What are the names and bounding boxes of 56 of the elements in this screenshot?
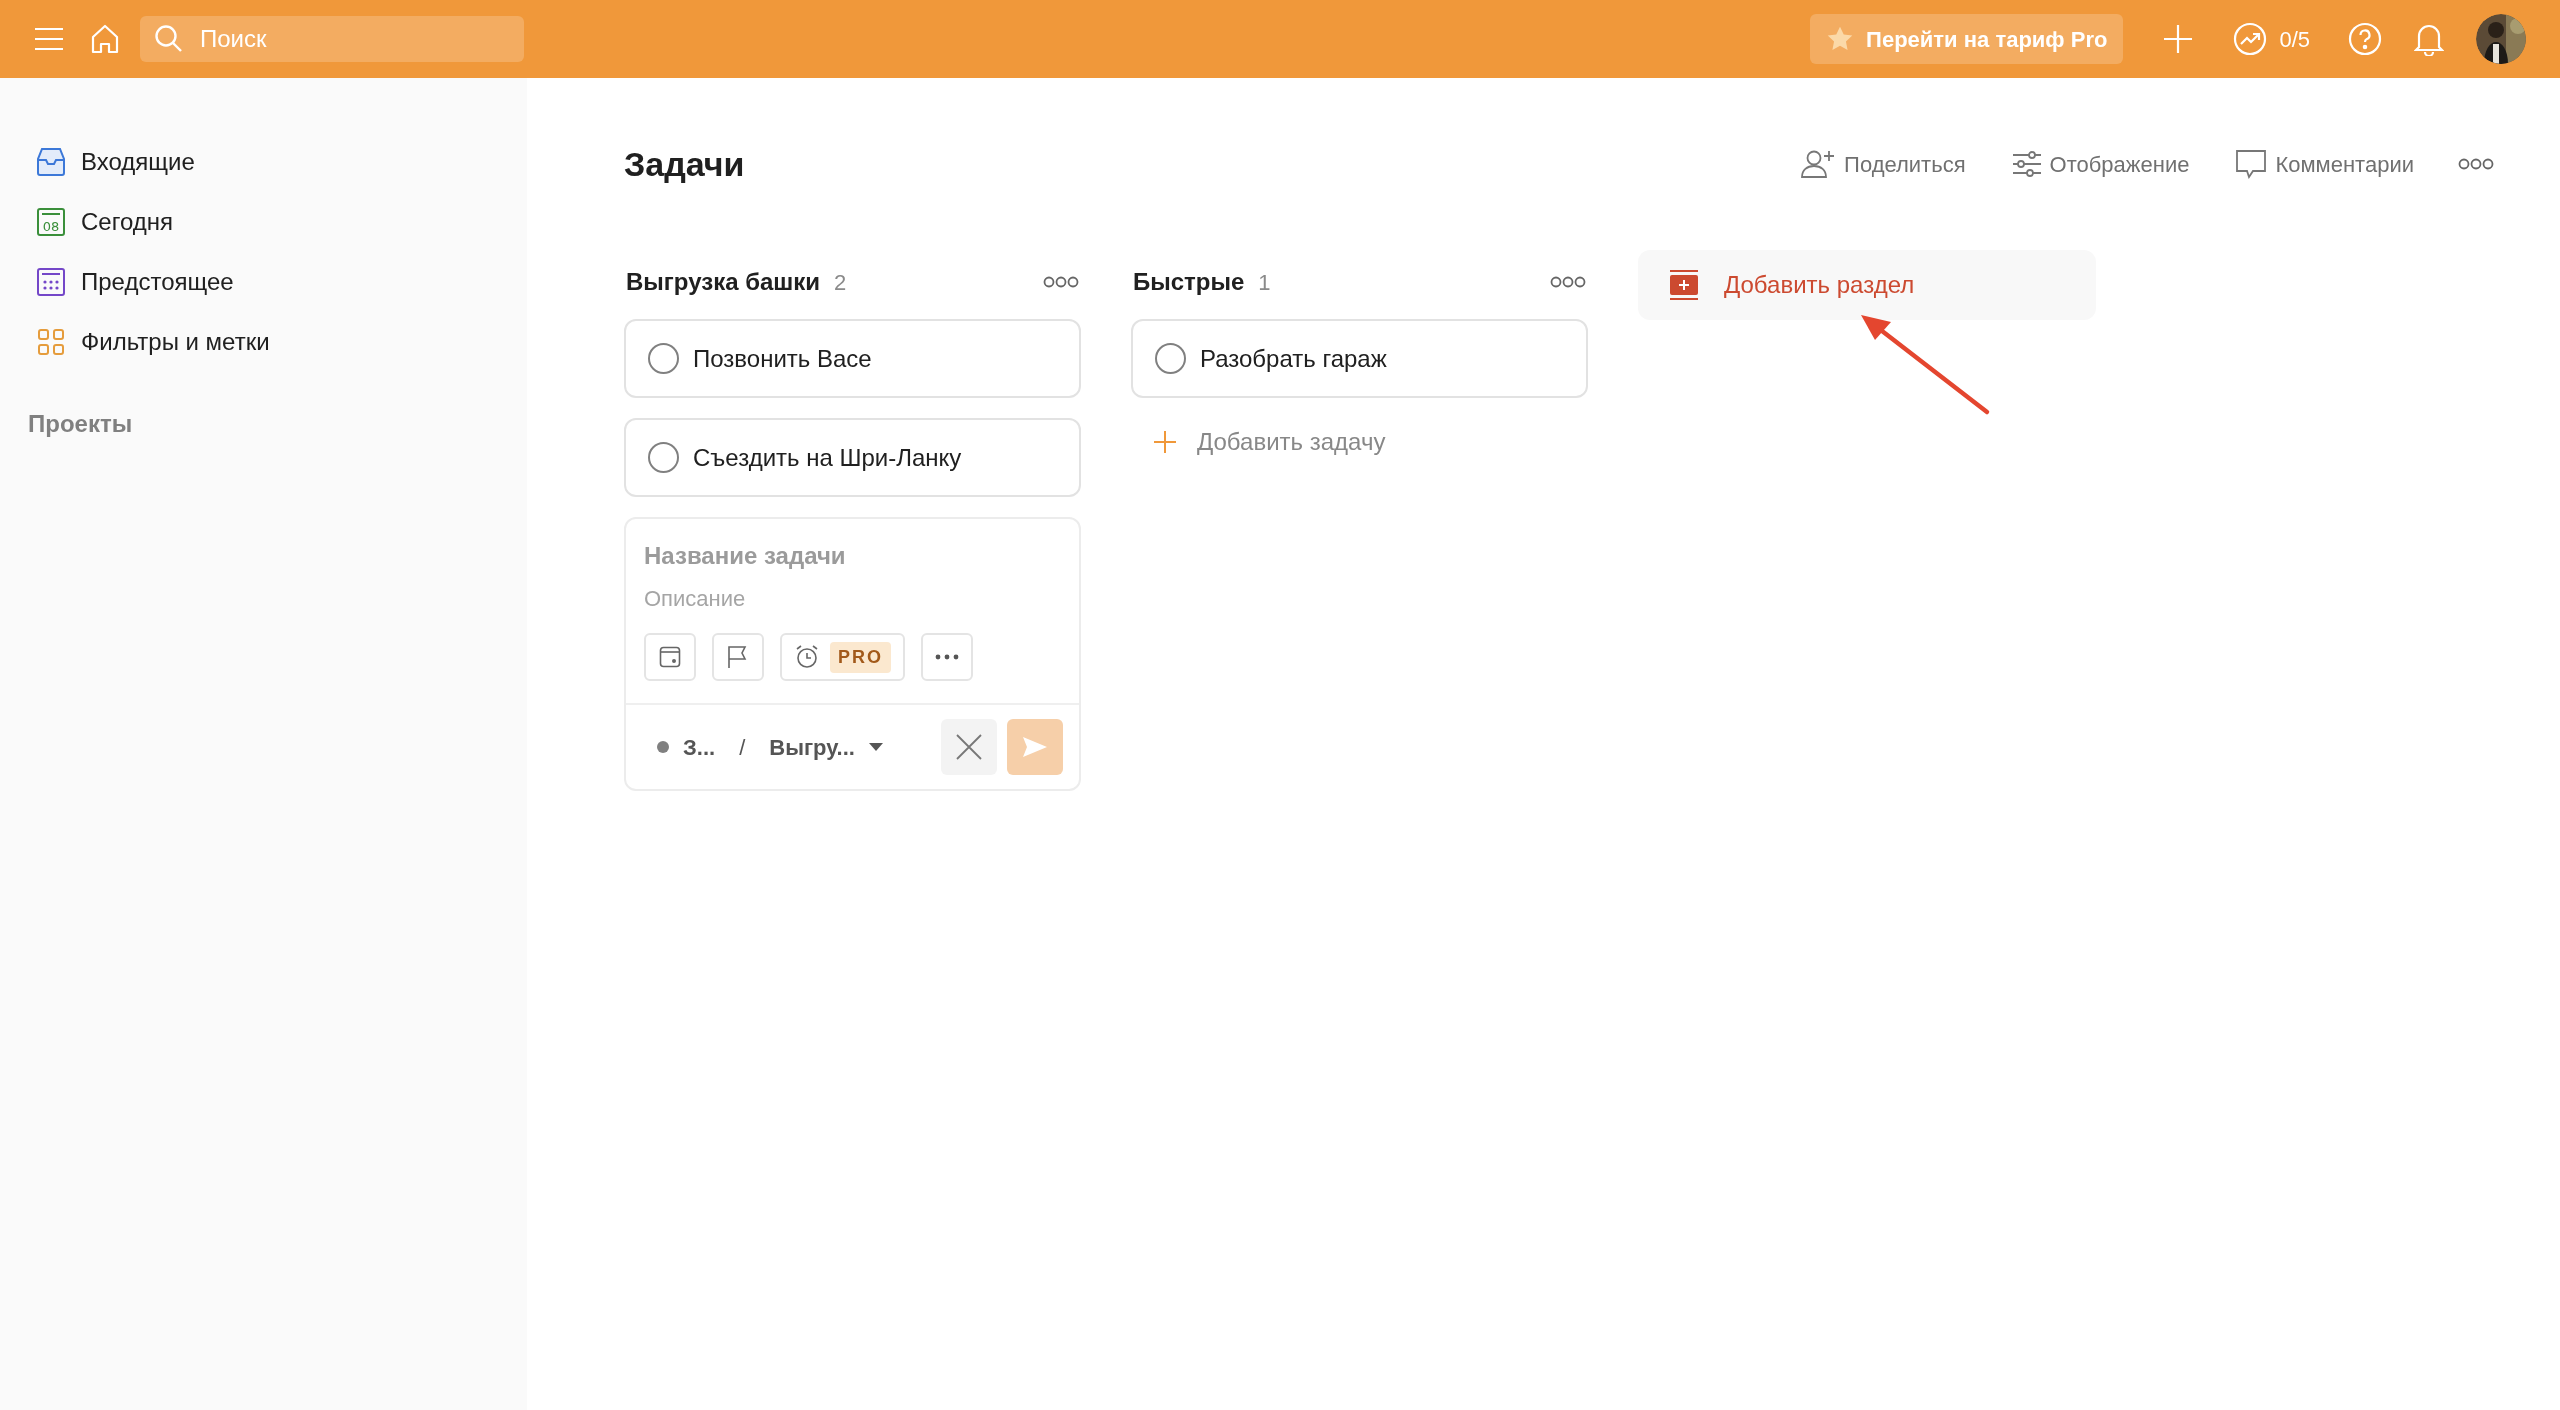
cancel-button[interactable] — [941, 719, 997, 775]
sidebar-item[interactable]: Предстоящее — [28, 252, 499, 312]
task-card[interactable]: Съездить на Шри-Ланку — [624, 418, 1081, 497]
add-person-icon — [1800, 149, 1837, 179]
plus-icon — [1153, 430, 1177, 454]
notification-icon[interactable] — [2414, 22, 2444, 56]
task-checkbox[interactable] — [648, 343, 679, 374]
caret-icon — [868, 743, 883, 751]
close-icon — [956, 734, 982, 760]
add-section-button[interactable]: Добавить раздел — [1638, 250, 2096, 320]
sidebar-item[interactable]: Фильтры и метки — [28, 312, 499, 372]
task-checkbox[interactable] — [648, 442, 679, 473]
home-icon[interactable] — [90, 24, 120, 54]
menu-icon[interactable] — [34, 27, 64, 51]
help-icon[interactable] — [2348, 22, 2382, 56]
task-card[interactable]: Разобрать гараж — [1131, 319, 1588, 398]
projects-heading[interactable]: Проекты — [28, 406, 499, 442]
comment-icon — [2235, 149, 2268, 179]
section-title: Быстрые — [1133, 267, 1245, 297]
search-icon — [154, 24, 184, 54]
alarm-clock-icon — [794, 644, 820, 670]
more-icon[interactable] — [2458, 158, 2494, 170]
sidebar-item[interactable]: 08 Сегодня — [28, 192, 499, 252]
task-card[interactable]: Позвонить Васе — [624, 319, 1081, 398]
more-icon[interactable] — [1043, 276, 1079, 288]
calendar-icon: 08 — [36, 207, 66, 237]
task-count: 2 — [834, 268, 847, 297]
project-title: Задачи — [624, 143, 745, 185]
sidebar-item[interactable]: Входящие — [28, 132, 499, 192]
section-title: Выгрузка башки — [626, 267, 821, 297]
more-icon[interactable] — [1550, 276, 1586, 288]
calendar-grid-icon — [36, 267, 66, 297]
trend-icon[interactable] — [2233, 22, 2268, 56]
project-picker[interactable]: З... / Выгру... — [642, 730, 898, 764]
inbox-icon — [36, 147, 66, 177]
send-icon — [1022, 736, 1048, 758]
task-count: 1 — [1258, 268, 1271, 297]
flag-icon — [727, 645, 749, 669]
description-field[interactable]: Описание — [644, 583, 1061, 613]
comments-button[interactable]: Комментарии — [2235, 147, 2414, 181]
add-section-icon — [1670, 270, 1698, 300]
priority-button[interactable] — [712, 633, 764, 681]
reminder-button[interactable]: PRO — [780, 633, 905, 681]
add-task-button[interactable]: Добавить задачу — [1131, 414, 1588, 470]
task-checkbox[interactable] — [1155, 343, 1186, 374]
pro-badge: PRO — [830, 641, 891, 673]
grid-icon — [36, 327, 66, 357]
task-name-field[interactable]: Название задачи — [644, 539, 1061, 573]
share-button[interactable]: Поделиться — [1800, 147, 1966, 181]
sliders-icon — [2011, 151, 2042, 177]
more-icon — [935, 654, 959, 660]
view-button[interactable]: Отображение — [2011, 147, 2190, 181]
add-icon[interactable] — [2163, 24, 2194, 54]
calendar-icon — [659, 646, 681, 668]
dot-icon — [657, 741, 669, 753]
date-button[interactable] — [644, 633, 696, 681]
